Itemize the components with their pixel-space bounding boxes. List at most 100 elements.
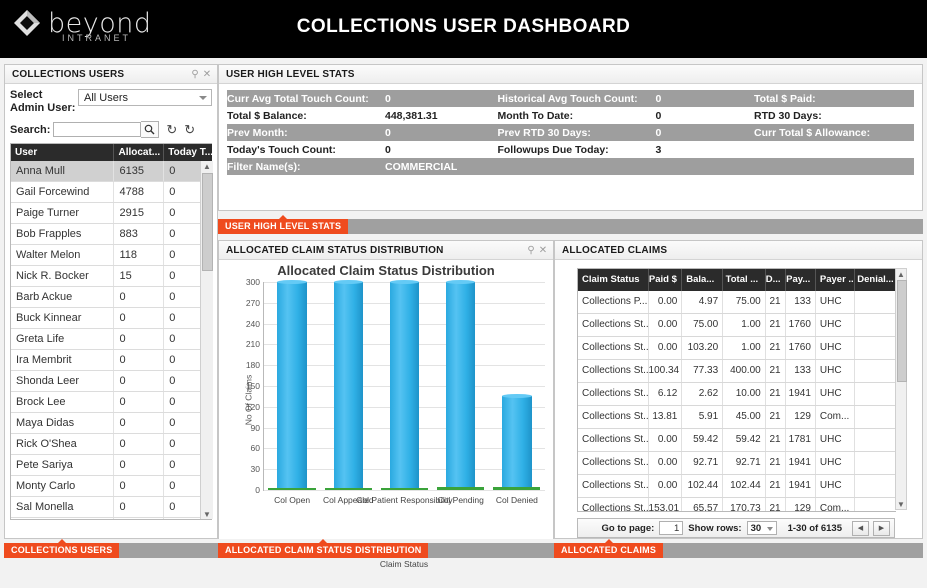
stat-cell: Curr Total $ Allowance: (754, 124, 914, 141)
tab-allocated-claim-status-distribution[interactable]: ALLOCATED CLAIM STATUS DISTRIBUTION (218, 543, 428, 558)
claims-table-wrap: Claim StatusPaid $Bala...Total ...D...Pa… (555, 260, 922, 512)
users-grid-scrollbar[interactable]: ▲ ▼ (200, 161, 213, 519)
users-scroll-thumb[interactable] (202, 173, 213, 271)
cell-allocated: 0 (114, 308, 164, 328)
table-row[interactable]: Collections St...0.0075.001.00211760UHC (578, 314, 896, 337)
chart-bar[interactable] (277, 282, 307, 490)
cell-payer: Com... (816, 498, 855, 511)
table-row[interactable]: Pete Sariya00 (11, 455, 212, 476)
cell-days: 21 (766, 452, 786, 474)
tab-collections-users[interactable]: COLLECTIONS USERS (4, 543, 119, 558)
column-days[interactable]: D... (766, 269, 786, 291)
column-claim-status[interactable]: Claim Status (578, 269, 649, 291)
column-total[interactable]: Total ... (723, 269, 766, 291)
rows-per-page-value: 30 (751, 523, 762, 534)
tab-nub (278, 215, 288, 220)
cell-allocated: 0 (114, 371, 164, 391)
user-high-level-stats-panel: USER HIGH LEVEL STATS Curr Avg Total Tou… (218, 64, 923, 211)
pin-icon[interactable]: ⚲ (189, 68, 201, 80)
cell-user: Nick R. Bocker (11, 266, 114, 286)
column-paid[interactable]: Paid $ (649, 269, 683, 291)
table-row[interactable]: Greta Life00 (11, 329, 212, 350)
next-page-button[interactable]: ▶ (873, 521, 890, 536)
stat-cell: Total $ Balance:448,381.31 (227, 107, 497, 124)
record-count-text: 1-30 of 6135 (788, 523, 842, 534)
cell-balance: 59.42 (682, 429, 723, 451)
close-icon[interactable]: ✕ (537, 244, 549, 256)
users-grid-body[interactable]: Anna Mull61350Gail Forcewind47880Paige T… (11, 161, 212, 519)
scroll-down-icon[interactable]: ▼ (896, 499, 906, 509)
column-payer[interactable]: Payer ... (816, 269, 855, 291)
table-row[interactable]: Paige Turner29150 (11, 203, 212, 224)
tab-user-high-level-stats[interactable]: USER HIGH LEVEL STATS (218, 219, 348, 234)
table-row[interactable]: Collections St...0.00103.201.00211760UHC (578, 337, 896, 360)
table-row[interactable]: Walter Melon1180 (11, 245, 212, 266)
search-input[interactable] (53, 122, 141, 137)
table-row[interactable]: Bob Frapples8830 (11, 224, 212, 245)
table-row[interactable]: Anna Mull61350 (11, 161, 212, 182)
table-row[interactable]: Collections P...0.004.9775.0021133UHC (578, 291, 896, 314)
column-balance[interactable]: Bala... (682, 269, 723, 291)
page-number-input[interactable]: 1 (659, 521, 683, 535)
admin-user-dropdown[interactable]: All Users (78, 89, 212, 106)
table-row[interactable]: Gail Forcewind47880 (11, 182, 212, 203)
table-row[interactable]: Collections St...6.122.6210.00211941UHC (578, 383, 896, 406)
table-row[interactable]: Maya Didas00 (11, 413, 212, 434)
table-row[interactable]: Collections St...13.815.9145.0021129Com.… (578, 406, 896, 429)
users-panel-title: COLLECTIONS USERS (12, 69, 124, 80)
reload-icon[interactable]: ↻ (184, 123, 195, 136)
claims-scroll-thumb[interactable] (897, 280, 907, 382)
chart-bar[interactable] (390, 282, 420, 490)
scroll-down-icon[interactable]: ▼ (202, 509, 212, 519)
table-row[interactable]: Ira Membrit00 (11, 350, 212, 371)
chart-bar[interactable] (334, 282, 364, 490)
table-row[interactable]: Collections St...100.3477.33400.0021133U… (578, 360, 896, 383)
cell-user: Ira Membrit (11, 350, 114, 370)
table-row[interactable]: Collections St...0.0059.4259.42211781UHC (578, 429, 896, 452)
cell-denial (855, 429, 896, 451)
table-row[interactable]: Anna Mull00 (11, 518, 212, 519)
table-row[interactable]: Monty Carlo00 (11, 476, 212, 497)
table-row[interactable]: Nick R. Bocker150 (11, 266, 212, 287)
table-row[interactable]: Collections St...0.0092.7192.71211941UHC (578, 452, 896, 475)
stat-label: Prev RTD 30 Days: (497, 127, 647, 139)
prev-page-button[interactable]: ◀ (852, 521, 869, 536)
claims-panel-title: ALLOCATED CLAIMS (562, 245, 667, 256)
table-row[interactable]: Collections St...153.0165.57170.7321129C… (578, 498, 896, 511)
table-row[interactable]: Rick O'Shea00 (11, 434, 212, 455)
cell-claim-status: Collections St... (578, 475, 649, 497)
claims-table-scrollbar[interactable]: ▲ ▼ (895, 268, 907, 510)
column-pay[interactable]: Pay... (786, 269, 816, 291)
chart-bar[interactable] (446, 282, 476, 490)
column-allocated[interactable]: Allocat... (114, 144, 164, 161)
chevron-down-icon (199, 96, 207, 100)
rows-per-page-select[interactable]: 30 (747, 521, 777, 535)
tab-allocated-claims[interactable]: ALLOCATED CLAIMS (554, 543, 663, 558)
cell-days: 21 (766, 406, 786, 428)
table-row[interactable]: Collections St...0.00102.44102.44211941U… (578, 475, 896, 498)
search-icon[interactable] (141, 121, 159, 138)
pin-icon[interactable]: ⚲ (525, 244, 537, 256)
chart-y-tick: 30 (251, 464, 260, 474)
chart-y-tick: 210 (246, 339, 260, 349)
scroll-up-icon[interactable]: ▲ (896, 269, 906, 279)
chart-baseline-series (268, 488, 315, 490)
column-today-touch[interactable]: Today T... (164, 144, 212, 161)
scroll-up-icon[interactable]: ▲ (202, 161, 212, 171)
admin-user-selector-row: Select Admin User: All Users (10, 89, 212, 115)
column-user[interactable]: User (11, 144, 114, 161)
table-row[interactable]: Brock Lee00 (11, 392, 212, 413)
cell-user: Brock Lee (11, 392, 114, 412)
column-denial[interactable]: Denial... (855, 269, 896, 291)
refresh-icon[interactable]: ↻ (166, 123, 177, 136)
table-row[interactable]: Barb Ackue00 (11, 287, 212, 308)
cell-claim-status: Collections P... (578, 291, 649, 313)
dashboard-root: beyond INTRANET COLLECTIONS USER DASHBOA… (0, 0, 927, 588)
table-row[interactable]: Shonda Leer00 (11, 371, 212, 392)
claims-table-body[interactable]: Collections P...0.004.9775.0021133UHCCol… (578, 291, 896, 511)
cell-pay: 129 (786, 498, 816, 511)
table-row[interactable]: Buck Kinnear00 (11, 308, 212, 329)
close-icon[interactable]: ✕ (201, 68, 213, 80)
chart-bar[interactable] (502, 396, 532, 490)
table-row[interactable]: Sal Monella00 (11, 497, 212, 518)
